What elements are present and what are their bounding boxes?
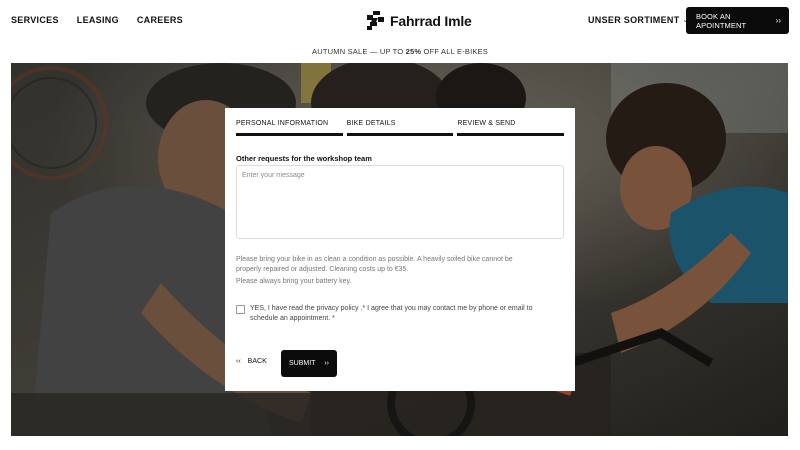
nav-careers[interactable]: CAREERS: [137, 15, 183, 25]
submit-button[interactable]: SUBMIT ››: [281, 350, 337, 377]
cleaning-note: Please bring your bike in as clean a con…: [236, 256, 513, 273]
step-progress-bar: [346, 133, 454, 136]
form-steps: PERSONAL INFORMATION BIKE DETAILS REVIEW…: [236, 120, 565, 136]
privacy-consent-checkbox[interactable]: [236, 305, 245, 314]
nav-services[interactable]: SERVICES: [11, 15, 59, 25]
nav-leasing[interactable]: LEASING: [77, 15, 119, 25]
double-chevron-left-icon: ‹‹: [236, 358, 241, 365]
message-input[interactable]: [236, 165, 564, 239]
book-appointment-label: BOOK AN APOINTMENT: [696, 11, 747, 30]
step-progress-bar: [457, 133, 565, 136]
step-review-send[interactable]: REVIEW & SEND: [457, 120, 565, 136]
main-nav: SERVICES LEASING CAREERS: [11, 15, 183, 25]
sortiment-label: UNSER SORTIMENT: [588, 15, 680, 25]
promo-banner: AUTUMN SALE — UP TO 25% OFF ALL E-BIKES: [0, 47, 800, 56]
brand-logo[interactable]: Fahrrad Imle: [367, 11, 472, 30]
site-header: SERVICES LEASING CAREERS Fahrrad Imle UN…: [0, 0, 800, 42]
promo-text-before: AUTUMN SALE — UP TO: [312, 47, 406, 56]
privacy-consent-text: YES, I have read the privacy policy .* I…: [250, 305, 533, 322]
logo-mark-icon: [367, 11, 384, 30]
step-bike-details[interactable]: BIKE DETAILS: [346, 120, 454, 136]
message-field-label: Other requests for the workshop team: [236, 154, 372, 163]
double-chevron-right-icon: ››: [775, 16, 781, 25]
promo-text-after: OFF ALL E-BIKES: [421, 47, 488, 56]
sortiment-menu[interactable]: UNSER SORTIMENT ⌄: [588, 15, 689, 25]
submit-label: SUBMIT: [289, 360, 316, 367]
step-label: PERSONAL INFORMATION: [236, 120, 329, 127]
privacy-consent: YES, I have read the privacy policy .* I…: [236, 304, 540, 323]
logo-text: Fahrrad Imle: [390, 12, 472, 29]
back-button[interactable]: ‹‹ BACK: [236, 358, 267, 365]
step-label: REVIEW & SEND: [457, 120, 516, 127]
step-progress-bar: [236, 133, 343, 136]
book-appointment-button[interactable]: BOOK AN APOINTMENT ››: [686, 7, 789, 34]
appointment-form-card: PERSONAL INFORMATION BIKE DETAILS REVIEW…: [225, 108, 575, 391]
battery-note: Please always bring your battery key.: [236, 278, 352, 285]
step-personal-information[interactable]: PERSONAL INFORMATION: [236, 120, 343, 136]
step-label: BIKE DETAILS: [346, 120, 396, 127]
double-chevron-right-icon: ››: [324, 360, 329, 367]
promo-highlight: 25%: [405, 47, 422, 56]
back-label: BACK: [247, 358, 267, 365]
